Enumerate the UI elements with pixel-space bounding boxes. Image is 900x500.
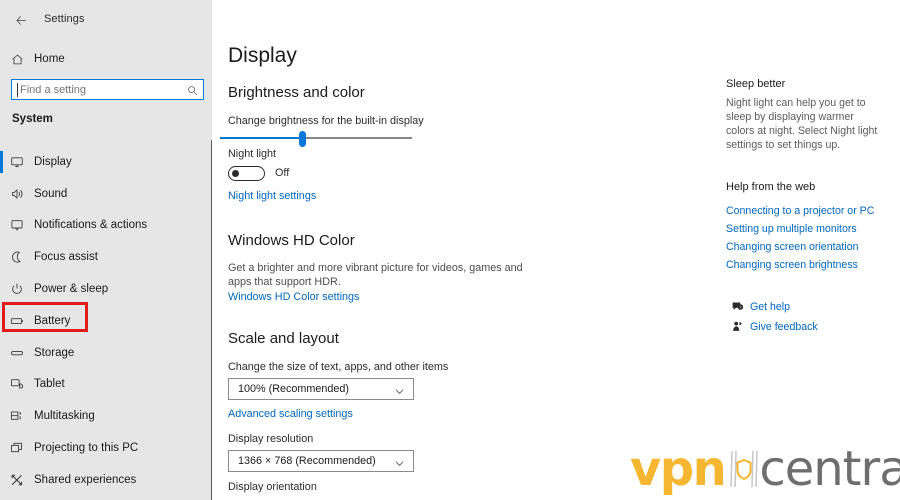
display-monitor-icon <box>0 155 34 169</box>
sidebar-item-home[interactable]: Home <box>0 47 212 71</box>
sidebar-group-label: System <box>12 113 53 125</box>
scale-label: Change the size of text, apps, and other… <box>228 361 449 373</box>
sidebar-item-projecting-label: Projecting to this PC <box>34 442 139 455</box>
give-feedback-label: Give feedback <box>750 320 818 333</box>
resolution-dropdown[interactable]: 1366 × 768 (Recommended) <box>228 450 414 472</box>
selection-accent-bar <box>0 342 3 364</box>
sidebar-item-battery[interactable]: Battery <box>0 305 212 337</box>
resolution-dropdown-value: 1366 × 768 (Recommended) <box>238 455 376 467</box>
get-help-row[interactable]: ? Get help <box>724 300 790 313</box>
sidebar-item-shared-experiences-label: Shared experiences <box>34 473 137 486</box>
settings-window: Settings Home System <box>0 0 900 500</box>
projecting-icon <box>0 441 34 455</box>
selection-accent-bar <box>0 183 3 205</box>
sidebar-titlebar: Settings <box>0 0 212 40</box>
sidebar-item-home-label: Home <box>34 53 65 65</box>
selection-accent-bar <box>0 469 3 491</box>
sidebar-item-focus-assist-label: Focus assist <box>34 251 98 264</box>
tip-heading: Sleep better <box>726 78 786 90</box>
night-light-settings-link[interactable]: Night light settings <box>228 190 316 202</box>
selection-accent-bar <box>0 151 3 173</box>
slider-thumb[interactable] <box>299 130 306 147</box>
give-feedback-icon <box>724 320 750 333</box>
hdr-description: Get a brighter and more vibrant picture … <box>228 262 523 288</box>
help-link-multiple-monitors[interactable]: Setting up multiple monitors <box>726 223 857 235</box>
tip-body: Night light can help you get to sleep by… <box>726 97 878 151</box>
sidebar-item-storage-label: Storage <box>34 346 75 359</box>
sidebar-item-tablet[interactable]: Tablet <box>0 369 212 401</box>
tablet-icon <box>0 377 34 391</box>
night-light-toggle[interactable] <box>228 166 265 181</box>
help-heading: Help from the web <box>726 181 816 193</box>
help-link-screen-brightness[interactable]: Changing screen brightness <box>726 259 858 271</box>
help-link-screen-orientation[interactable]: Changing screen orientation <box>726 241 859 253</box>
brightness-slider-label: Change brightness for the built-in displ… <box>228 115 424 127</box>
storage-icon <box>0 346 34 360</box>
sidebar-item-storage[interactable]: Storage <box>0 337 212 369</box>
sidebar-item-display-label: Display <box>34 155 72 168</box>
sidebar-item-focus-assist[interactable]: Focus assist <box>0 241 212 273</box>
selection-accent-bar <box>0 215 3 237</box>
power-icon <box>0 282 34 296</box>
sidebar-item-sound[interactable]: Sound <box>0 178 212 210</box>
sidebar-item-power-sleep-label: Power & sleep <box>34 283 109 296</box>
speaker-sound-icon <box>0 187 34 201</box>
toggle-knob <box>232 170 239 177</box>
sidebar-item-shared-experiences[interactable]: Shared experiences <box>0 464 212 496</box>
selection-accent-bar <box>0 278 3 300</box>
sidebar-item-tablet-label: Tablet <box>34 378 65 391</box>
main-content: Display Brightness and color Change brig… <box>212 0 710 500</box>
sidebar-item-multitasking-label: Multitasking <box>34 410 95 423</box>
section-heading-hdr: Windows HD Color <box>228 232 355 249</box>
selection-accent-bar <box>0 405 3 427</box>
search-caret <box>17 83 18 97</box>
section-heading-brightness: Brightness and color <box>228 84 365 101</box>
selection-accent-bar <box>0 246 3 268</box>
sidebar-item-notifications[interactable]: Notifications & actions <box>0 210 212 242</box>
selection-accent-bar <box>0 310 3 332</box>
shared-experiences-icon <box>0 473 34 487</box>
sidebar-item-power-sleep[interactable]: Power & sleep <box>0 273 212 305</box>
give-feedback-row[interactable]: Give feedback <box>724 320 818 333</box>
home-icon <box>0 53 34 66</box>
brightness-slider[interactable] <box>220 129 418 147</box>
sidebar-item-display[interactable]: Display <box>0 146 212 178</box>
get-help-icon: ? <box>724 300 750 313</box>
notification-icon <box>0 218 34 232</box>
hdr-settings-link[interactable]: Windows HD Color settings <box>228 291 359 303</box>
sidebar: Settings Home System <box>0 0 212 500</box>
chevron-down-icon <box>394 456 405 474</box>
section-heading-scale: Scale and layout <box>228 330 339 347</box>
scale-dropdown-value: 100% (Recommended) <box>238 383 350 395</box>
help-link-projector[interactable]: Connecting to a projector or PC <box>726 205 874 217</box>
multitasking-icon <box>0 409 34 423</box>
sidebar-item-notifications-label: Notifications & actions <box>34 219 148 232</box>
sidebar-nav-list: Display Sound Notifications & actions Fo… <box>0 146 212 496</box>
night-light-label: Night light <box>228 148 277 160</box>
selection-accent-bar <box>0 437 3 459</box>
back-arrow-icon[interactable] <box>8 8 34 32</box>
scale-dropdown[interactable]: 100% (Recommended) <box>228 378 414 400</box>
sidebar-item-battery-label: Battery <box>34 314 71 327</box>
window-title: Settings <box>44 13 85 25</box>
sidebar-item-multitasking[interactable]: Multitasking <box>0 400 212 432</box>
search-input[interactable] <box>12 81 180 98</box>
advanced-scaling-link[interactable]: Advanced scaling settings <box>228 408 353 420</box>
search-icon[interactable] <box>187 83 198 101</box>
slider-fill <box>220 137 302 139</box>
battery-icon <box>0 314 34 328</box>
sidebar-item-sound-label: Sound <box>34 187 68 200</box>
sidebar-item-projecting[interactable]: Projecting to this PC <box>0 432 212 464</box>
right-panel: Sleep better Night light can help you ge… <box>710 0 900 500</box>
selection-accent-bar <box>0 374 3 396</box>
resolution-label: Display resolution <box>228 433 314 445</box>
chevron-down-icon <box>394 384 405 402</box>
page-title: Display <box>228 44 297 67</box>
night-light-state: Off <box>275 167 290 179</box>
search-box[interactable] <box>11 79 204 100</box>
moon-icon <box>0 250 34 264</box>
get-help-label: Get help <box>750 300 791 313</box>
orientation-label: Display orientation <box>228 481 317 493</box>
